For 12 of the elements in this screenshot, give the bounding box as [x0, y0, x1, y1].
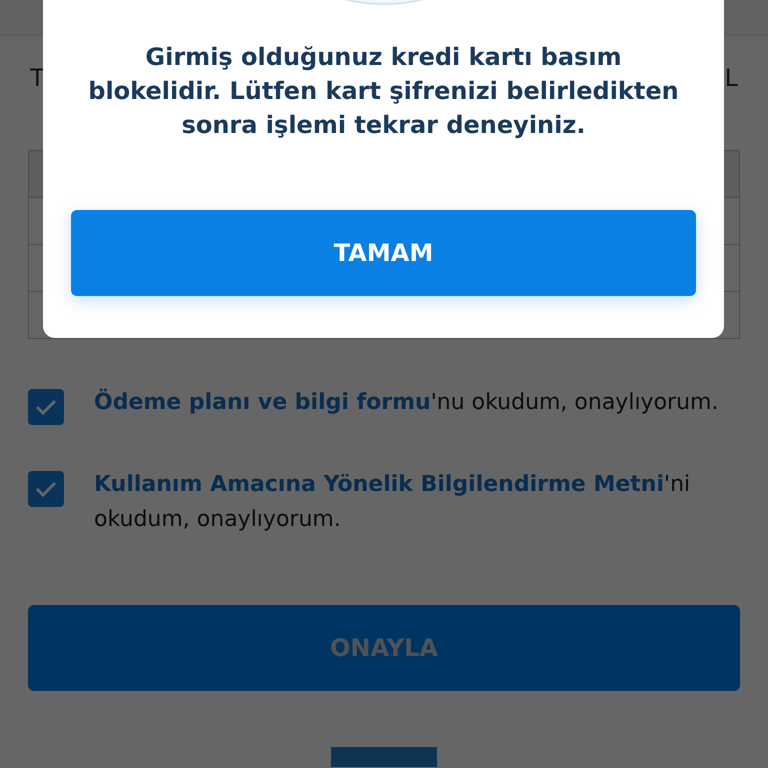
dialog-message: Girmiş olduğunuz kredi kartı basım blokelidir. Lütfen kart şifrenizi belirledikten sonra işlemi tekrar deneyiniz. [87, 42, 680, 141]
checkmark-icon [35, 481, 57, 497]
checkmark-icon [35, 399, 57, 415]
row-value: L [724, 64, 738, 94]
document-link[interactable]: Kullanım Amacına Yönelik Bilgilendirme Metni [94, 472, 664, 497]
checkbox[interactable] [28, 471, 64, 507]
consent-text: Kullanım Amacına Yönelik Bilgilendirme Metni'ni okudum, onaylıyorum. [94, 471, 692, 534]
checkbox[interactable] [28, 389, 64, 425]
consent-text: Ödeme planı ve bilgi formu'nu okudum, onaylıyorum. [94, 388, 720, 417]
ok-button[interactable]: TAMAM [71, 210, 696, 296]
document-link[interactable]: Ödeme planı ve bilgi formu [94, 390, 431, 415]
row-label: T [30, 64, 45, 94]
